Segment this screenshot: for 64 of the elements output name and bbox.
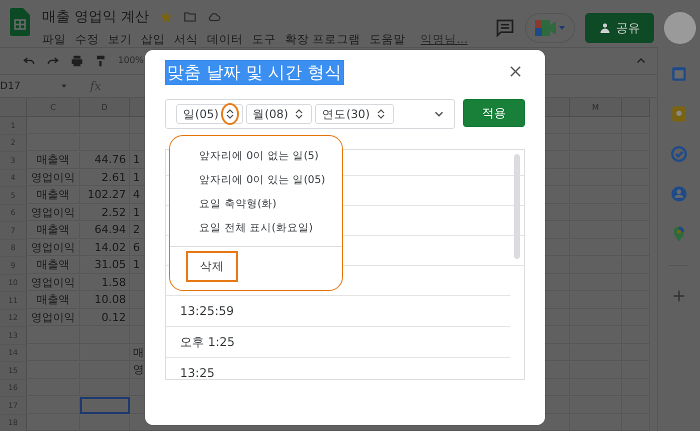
sheets-logo-icon[interactable] [10, 8, 30, 36]
table-cell: 매출액 [27, 257, 80, 274]
format-option[interactable]: 오후 1:25 [166, 326, 510, 357]
dialog-title: 맞춤 날짜 및 시간 형식 [165, 60, 344, 85]
table-cell: 매출액 [27, 292, 80, 308]
cloud-icon[interactable] [206, 10, 221, 24]
format-input-field[interactable]: 일(05) 월(08) 연도(30) [165, 99, 455, 129]
menu-item[interactable]: 보기 [108, 32, 132, 47]
menu-item[interactable]: 확장 프로그램 [285, 32, 361, 47]
menu-item[interactable]: 도구 [252, 32, 276, 47]
table-cell [27, 397, 80, 414]
table-cell: 매출액 [27, 222, 80, 238]
menu-item[interactable]: 데이터 [207, 32, 243, 47]
table-cell: 64.94 [80, 222, 130, 238]
table-cell: 영업이익 [27, 274, 80, 291]
table-cell: 2.52 [80, 204, 130, 221]
apply-button[interactable]: 적용 [463, 99, 525, 127]
table-cell: 매출액 [27, 187, 80, 204]
camera-logo-icon [535, 20, 557, 36]
table-cell: 44.76 [80, 152, 130, 168]
format-option[interactable]: 13:25 [166, 357, 510, 379]
menu-item[interactable]: 도움말 [370, 32, 406, 47]
share-button[interactable]: 공유 [585, 13, 654, 43]
menu-item[interactable]: 서식 [174, 32, 198, 47]
folder-icon[interactable] [182, 10, 197, 24]
tasks-icon[interactable] [670, 145, 688, 163]
format-option[interactable]: 13:25:59 [166, 295, 510, 326]
print-icon[interactable] [70, 54, 84, 68]
meet-button[interactable] [525, 13, 575, 43]
calendar-icon[interactable] [670, 65, 688, 83]
table-cell: 영업이익 [27, 204, 80, 221]
menu-item[interactable]: 수정 [75, 32, 99, 47]
table-cell: 영업이익 [27, 240, 80, 256]
sort-arrows-icon[interactable] [220, 103, 239, 125]
table-cell: 102.27 [80, 187, 130, 204]
table-cell: 영업이익 [27, 310, 80, 326]
menu-item[interactable]: 파일 [42, 32, 66, 47]
person-icon [599, 22, 611, 34]
comment-icon[interactable] [495, 18, 515, 38]
caret-icon [559, 26, 565, 30]
delete-option[interactable]: 삭제 [186, 251, 238, 282]
dropdown-caret-icon[interactable] [60, 82, 68, 90]
keep-note-icon[interactable] [670, 105, 688, 123]
table-cell: 31.05 [80, 257, 130, 274]
table-cell: 10.08 [80, 292, 130, 308]
format-chip[interactable]: 연도(30) [315, 104, 394, 124]
table-cell [27, 380, 80, 396]
document-title[interactable]: 매출 영업익 계산 [42, 8, 149, 26]
format-chip[interactable]: 월(08) [246, 104, 312, 124]
table-cell: 14.02 [80, 240, 130, 256]
table-cell: 매출액 [27, 152, 80, 168]
avatar[interactable] [664, 12, 696, 44]
plus-icon[interactable] [671, 288, 687, 304]
cell-reference[interactable]: D17 [0, 80, 60, 92]
scrollbar[interactable] [514, 154, 520, 259]
menu-item[interactable]: 삽입 [141, 32, 165, 47]
table-cell: 영업이익 [27, 170, 80, 186]
table-cell: 2.61 [80, 170, 130, 186]
close-icon [510, 66, 521, 76]
contacts-icon[interactable] [670, 185, 688, 203]
table-cell: 1.58 [80, 274, 130, 291]
format-chip[interactable]: 일(05) [176, 104, 243, 124]
star-icon[interactable] [158, 10, 173, 24]
table-cell: 0.12 [80, 310, 130, 326]
